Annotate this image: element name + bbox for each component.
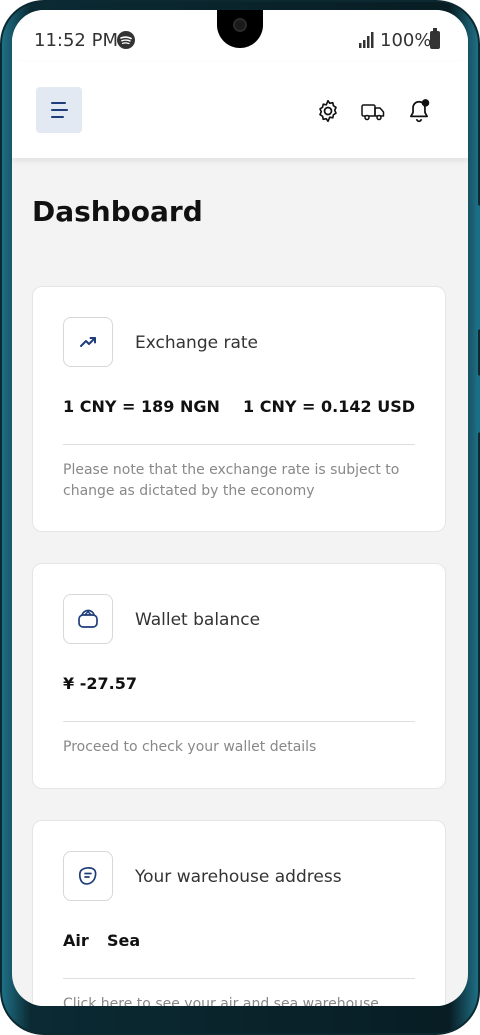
exchange-rate-card[interactable]: Exchange rate 1 CNY = 189 NGN 1 CNY = 0.… xyxy=(32,286,446,532)
rate-usd: 1 CNY = 0.142 USD xyxy=(243,397,415,416)
truck-icon[interactable] xyxy=(360,98,386,124)
wallet-icon xyxy=(78,609,98,628)
warehouse-note[interactable]: Click here to see your air and sea wareh… xyxy=(63,994,403,1006)
divider xyxy=(63,978,415,979)
menu-icon xyxy=(51,102,66,104)
exchange-rate-title: Exchange rate xyxy=(135,333,259,353)
warehouse-icon-box xyxy=(63,851,113,901)
battery-icon xyxy=(430,28,440,49)
notification-dot-icon xyxy=(421,99,430,107)
menu-button[interactable] xyxy=(36,87,82,133)
warehouse-address-icon xyxy=(78,867,97,885)
tab-sea[interactable]: Sea xyxy=(107,931,140,950)
gear-icon[interactable] xyxy=(315,98,341,124)
app-bar xyxy=(12,62,468,158)
wallet-note: Proceed to check your wallet details xyxy=(63,739,317,755)
status-time: 11:52 PM xyxy=(34,30,118,51)
warehouse-address-title: Your warehouse address xyxy=(135,867,342,887)
status-bar: 11:52 PM 100% xyxy=(12,10,468,62)
battery-percent: 100% xyxy=(380,30,432,51)
divider xyxy=(63,444,415,445)
camera-notch xyxy=(217,10,263,48)
page-title: Dashboard xyxy=(32,195,203,228)
tab-air[interactable]: Air xyxy=(63,931,89,950)
warehouse-address-card[interactable]: Your warehouse address Air Sea Click her… xyxy=(32,820,446,1006)
wallet-balance-card[interactable]: Wallet balance ¥ -27.57 Proceed to check… xyxy=(32,563,446,789)
exchange-rate-icon-box xyxy=(63,317,113,367)
wallet-balance-title: Wallet balance xyxy=(135,610,261,630)
power-button xyxy=(476,375,480,433)
wallet-icon-box xyxy=(63,594,113,644)
divider xyxy=(63,721,415,722)
exchange-rate-note: Please note that the exchange rate is su… xyxy=(63,462,400,499)
signal-icon xyxy=(359,32,374,48)
menu-icon-line xyxy=(51,116,64,118)
trending-up-icon xyxy=(80,337,96,347)
front-camera-icon xyxy=(233,18,247,32)
bell-icon[interactable] xyxy=(406,98,432,124)
volume-button xyxy=(476,205,480,330)
screen: 11:52 PM 100% Dashboard Exchange rate 1 … xyxy=(12,10,468,1006)
wallet-balance-value: ¥ -27.57 xyxy=(63,674,137,693)
phone-frame: 11:52 PM 100% Dashboard Exchange rate 1 … xyxy=(0,0,480,1035)
rate-ngn: 1 CNY = 189 NGN xyxy=(63,397,220,416)
menu-icon-line xyxy=(51,109,68,111)
spotify-icon xyxy=(117,31,135,49)
